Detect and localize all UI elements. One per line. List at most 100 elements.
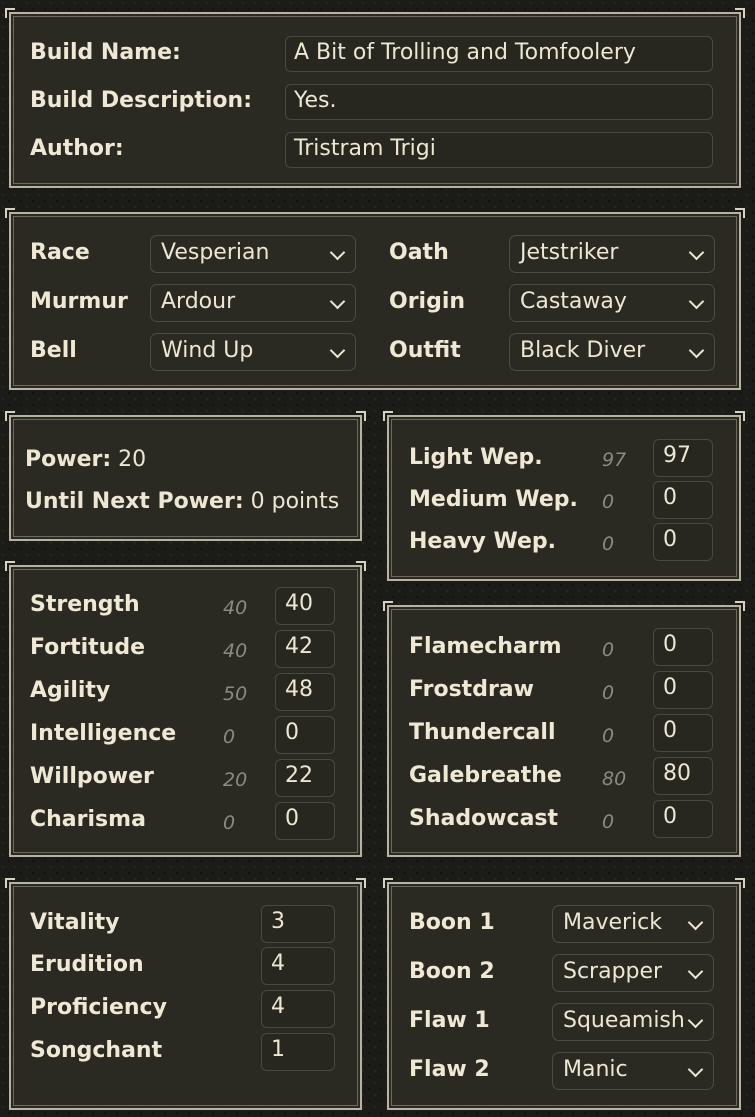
- outfit-label: Outfit: [389, 338, 461, 363]
- investment-input[interactable]: 4: [261, 990, 335, 1028]
- attunement-input[interactable]: 0: [653, 800, 713, 838]
- next-power-label: Until Next Power:: [25, 489, 244, 514]
- origin-select[interactable]: Castaway: [509, 284, 715, 322]
- attunement-base: 0: [602, 811, 615, 833]
- investment-input[interactable]: 3: [261, 905, 335, 943]
- weapon-input[interactable]: 0: [653, 481, 713, 519]
- attunement-input[interactable]: 0: [653, 628, 713, 666]
- build-description-input[interactable]: Yes.: [285, 84, 713, 120]
- investment-label: Proficiency: [30, 995, 167, 1020]
- traits-panel: Boon 1 Maverick Boon 2 Scrapper Flaw 1 S…: [383, 878, 745, 1110]
- trait-label: Boon 2: [409, 959, 495, 984]
- investments-panel: Vitality 3 Erudition 4 Proficiency 4 Son…: [5, 878, 366, 1110]
- bell-select[interactable]: Wind Up: [150, 333, 356, 371]
- power-line: Power: 20: [25, 447, 146, 472]
- weapon-base: 97: [602, 449, 627, 471]
- attribute-input[interactable]: 0: [275, 716, 335, 754]
- attribute-input[interactable]: 42: [275, 630, 335, 668]
- attunement-input[interactable]: 80: [653, 757, 713, 795]
- oath-value: Jetstriker: [520, 240, 619, 265]
- attunement-label: Thundercall: [409, 720, 556, 745]
- outfit-select[interactable]: Black Diver: [509, 333, 715, 371]
- chevron-down-icon: [329, 293, 346, 310]
- weapon-base: 0: [602, 533, 615, 555]
- attunement-input[interactable]: 0: [653, 714, 713, 752]
- chevron-down-icon: [687, 1061, 704, 1078]
- attribute-label: Intelligence: [30, 721, 177, 746]
- attribute-base: 50: [223, 683, 248, 705]
- bell-label: Bell: [30, 338, 77, 363]
- investment-input[interactable]: 1: [261, 1033, 335, 1071]
- chevron-down-icon: [329, 342, 346, 359]
- attribute-label: Agility: [30, 678, 111, 703]
- character-panel: Race Vesperian Murmur Ardour Bell Wind U…: [5, 208, 745, 390]
- chevron-down-icon: [329, 244, 346, 261]
- chevron-down-icon: [687, 1012, 704, 1029]
- author-input[interactable]: Tristram Trigi: [285, 132, 713, 168]
- next-power-value: 0 points: [250, 489, 340, 514]
- trait-label: Boon 1: [409, 910, 495, 935]
- attribute-label: Strength: [30, 592, 140, 617]
- weapon-label: Light Wep.: [409, 445, 543, 470]
- trait-value: Maverick: [563, 910, 663, 935]
- build-name-label: Build Name:: [30, 40, 181, 65]
- attunement-label: Galebreathe: [409, 763, 562, 788]
- weapons-panel: Light Wep. 97 97 Medium Wep. 0 0 Heavy W…: [383, 411, 745, 581]
- power-label: Power:: [25, 447, 112, 472]
- attunement-input[interactable]: 0: [653, 671, 713, 709]
- murmur-label: Murmur: [30, 289, 128, 314]
- investment-label: Songchant: [30, 1038, 163, 1063]
- weapon-input[interactable]: 97: [653, 439, 713, 477]
- attribute-base: 20: [223, 769, 248, 791]
- attunements-panel: Flamecharm 0 0 Frostdraw 0 0 Thundercall…: [383, 601, 745, 857]
- attribute-label: Willpower: [30, 764, 154, 789]
- investment-input[interactable]: 4: [261, 947, 335, 985]
- investment-label: Vitality: [30, 910, 120, 935]
- bell-value: Wind Up: [161, 338, 254, 363]
- chevron-down-icon: [687, 963, 704, 980]
- attunement-base: 0: [602, 725, 615, 747]
- trait-label: Flaw 1: [409, 1008, 490, 1033]
- boon-1-select[interactable]: Maverick: [552, 905, 714, 943]
- flaw-1-select[interactable]: Squeamish: [552, 1003, 714, 1041]
- murmur-select[interactable]: Ardour: [150, 284, 356, 322]
- trait-value: Scrapper: [563, 959, 663, 984]
- attribute-label: Fortitude: [30, 635, 146, 660]
- attribute-input[interactable]: 22: [275, 759, 335, 797]
- attribute-base: 0: [223, 726, 236, 748]
- chevron-down-icon: [688, 244, 705, 261]
- race-value: Vesperian: [161, 240, 270, 265]
- attribute-input[interactable]: 40: [275, 587, 335, 625]
- origin-value: Castaway: [520, 289, 627, 314]
- chevron-down-icon: [688, 293, 705, 310]
- build-name-input[interactable]: A Bit of Trolling and Tomfoolery: [285, 36, 713, 72]
- attunement-label: Shadowcast: [409, 806, 559, 831]
- attribute-base: 0: [223, 812, 236, 834]
- flaw-2-select[interactable]: Manic: [552, 1052, 714, 1090]
- race-label: Race: [30, 240, 90, 265]
- race-select[interactable]: Vesperian: [150, 235, 356, 273]
- weapon-label: Heavy Wep.: [409, 529, 557, 554]
- build-info-panel: Build Name: A Bit of Trolling and Tomfoo…: [5, 8, 745, 188]
- oath-label: Oath: [389, 240, 449, 265]
- attunement-base: 0: [602, 639, 615, 661]
- weapon-input[interactable]: 0: [653, 523, 713, 561]
- build-description-label: Build Description:: [30, 88, 253, 113]
- power-panel: Power: 20 Until Next Power: 0 points: [5, 411, 366, 541]
- attributes-panel: Strength 40 40 Fortitude 40 42 Agility 5…: [5, 561, 366, 857]
- power-value: 20: [118, 447, 147, 472]
- attunement-base: 0: [602, 682, 615, 704]
- weapon-base: 0: [602, 491, 615, 513]
- oath-select[interactable]: Jetstriker: [509, 235, 715, 273]
- boon-2-select[interactable]: Scrapper: [552, 954, 714, 992]
- attribute-input[interactable]: 0: [275, 802, 335, 840]
- chevron-down-icon: [688, 342, 705, 359]
- attribute-base: 40: [223, 597, 248, 619]
- trait-value: Manic: [563, 1057, 628, 1082]
- attribute-base: 40: [223, 640, 248, 662]
- origin-label: Origin: [389, 289, 466, 314]
- author-label: Author:: [30, 136, 124, 161]
- chevron-down-icon: [687, 914, 704, 931]
- attribute-input[interactable]: 48: [275, 673, 335, 711]
- next-power-line: Until Next Power: 0 points: [25, 489, 339, 514]
